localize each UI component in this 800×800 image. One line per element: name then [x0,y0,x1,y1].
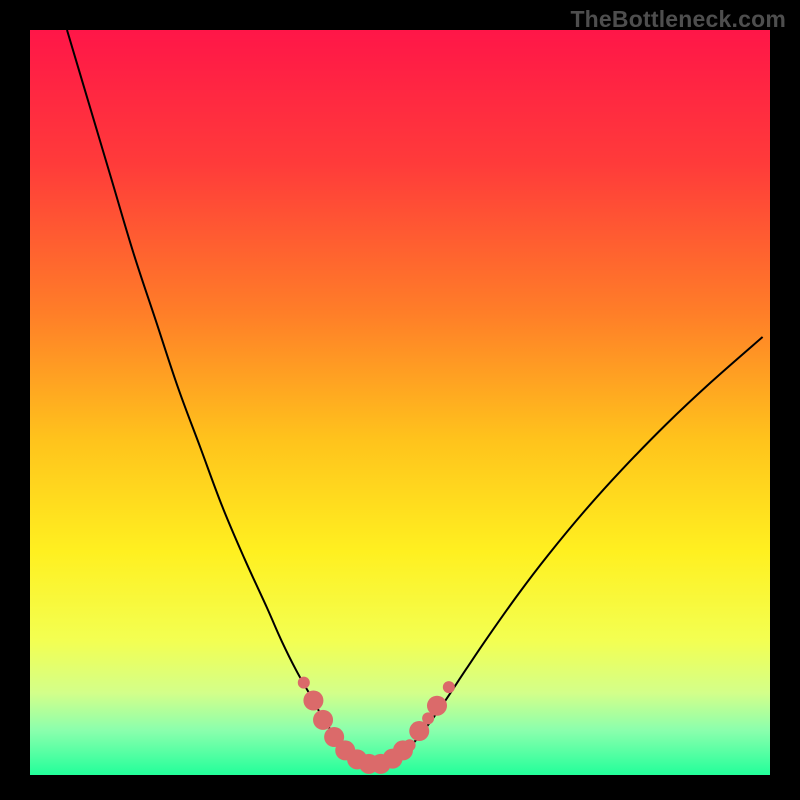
marker-dot [313,710,333,730]
chart-background [30,30,770,775]
chart-plot-area [30,30,770,775]
marker-dot [443,681,455,693]
outer-frame: TheBottleneck.com [0,0,800,800]
marker-dot [298,677,310,689]
watermark-text: TheBottleneck.com [570,6,786,33]
chart-svg [30,30,770,775]
marker-dot [427,696,447,716]
marker-dot [303,691,323,711]
marker-dot [404,739,416,751]
